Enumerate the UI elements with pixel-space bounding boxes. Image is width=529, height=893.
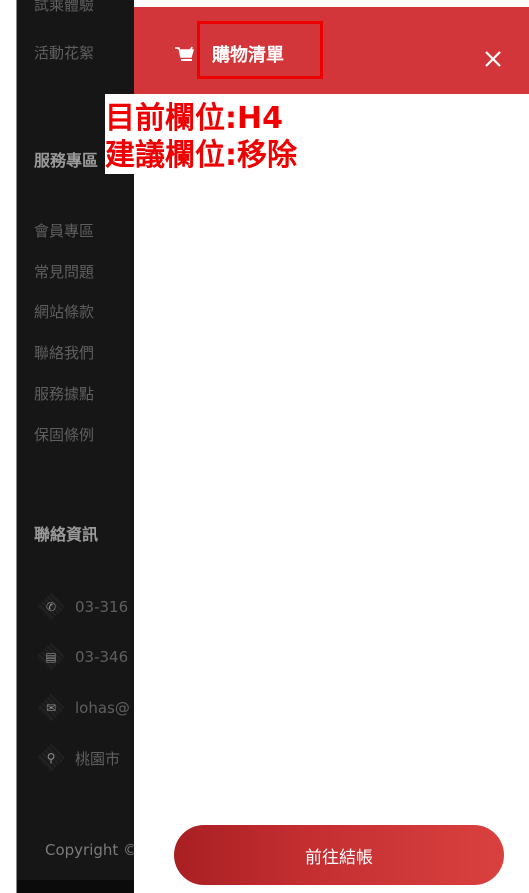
contact-email-text: lohas@ (75, 699, 130, 717)
sidebar-link-test-ride[interactable]: 試乘體驗 (34, 0, 94, 15)
sidebar-link-warranty[interactable]: 保固條例 (34, 424, 94, 445)
sidebar-link-contact-us[interactable]: 聯絡我們 (34, 342, 94, 363)
annotation-suggested-field: 建議欄位:移除 (105, 138, 297, 173)
contact-address[interactable]: ⚲ 桃園市 (37, 747, 120, 769)
fax-icon: ▤ (37, 643, 65, 671)
contact-phone-text: 03-316 (75, 598, 129, 616)
field-annotation: 目前欄位:H4 建議欄位:移除 (105, 94, 355, 174)
contact-fax: ▤ 03-346 (37, 646, 128, 668)
cart-drawer-header: 購物清單 (134, 7, 529, 94)
sidebar-link-locations[interactable]: 服務據點 (34, 383, 94, 404)
sidebar-link-event-gallery[interactable]: 活動花絮 (34, 42, 94, 63)
sidebar-link-faq[interactable]: 常見問題 (34, 261, 94, 282)
contact-address-text: 桃園市 (75, 749, 121, 768)
close-icon (485, 51, 501, 67)
location-pin-icon: ⚲ (37, 744, 65, 772)
mail-icon: ✉ (37, 694, 65, 722)
close-button[interactable] (479, 45, 507, 73)
footer-strip (17, 880, 151, 893)
contact-fax-text: 03-346 (75, 648, 129, 666)
contact-section-heading: 聯絡資訊 (34, 525, 99, 544)
annotation-highlight-box (197, 21, 323, 79)
checkout-button[interactable]: 前往結帳 (174, 825, 504, 885)
screen: 試乘體驗 活動花絮 服務專區 會員專區 常見問題 網站條款 聯絡我們 服務據點 … (0, 0, 529, 893)
contact-phone[interactable]: ✆ 03-316 (37, 596, 128, 618)
service-section-heading: 服務專區 (34, 151, 99, 170)
copyright-text: Copyright © (45, 841, 139, 859)
phone-icon: ✆ (37, 593, 65, 621)
page-margin (0, 0, 16, 893)
annotation-current-field: 目前欄位:H4 (105, 101, 283, 136)
cart-icon (174, 45, 196, 69)
sidebar-link-member[interactable]: 會員專區 (34, 220, 94, 241)
sidebar-link-terms[interactable]: 網站條款 (34, 301, 94, 322)
contact-email[interactable]: ✉ lohas@ (37, 697, 130, 719)
cart-drawer: 購物清單 目前欄位:H4 建議欄位:移除 前往結帳 (105, 0, 529, 893)
